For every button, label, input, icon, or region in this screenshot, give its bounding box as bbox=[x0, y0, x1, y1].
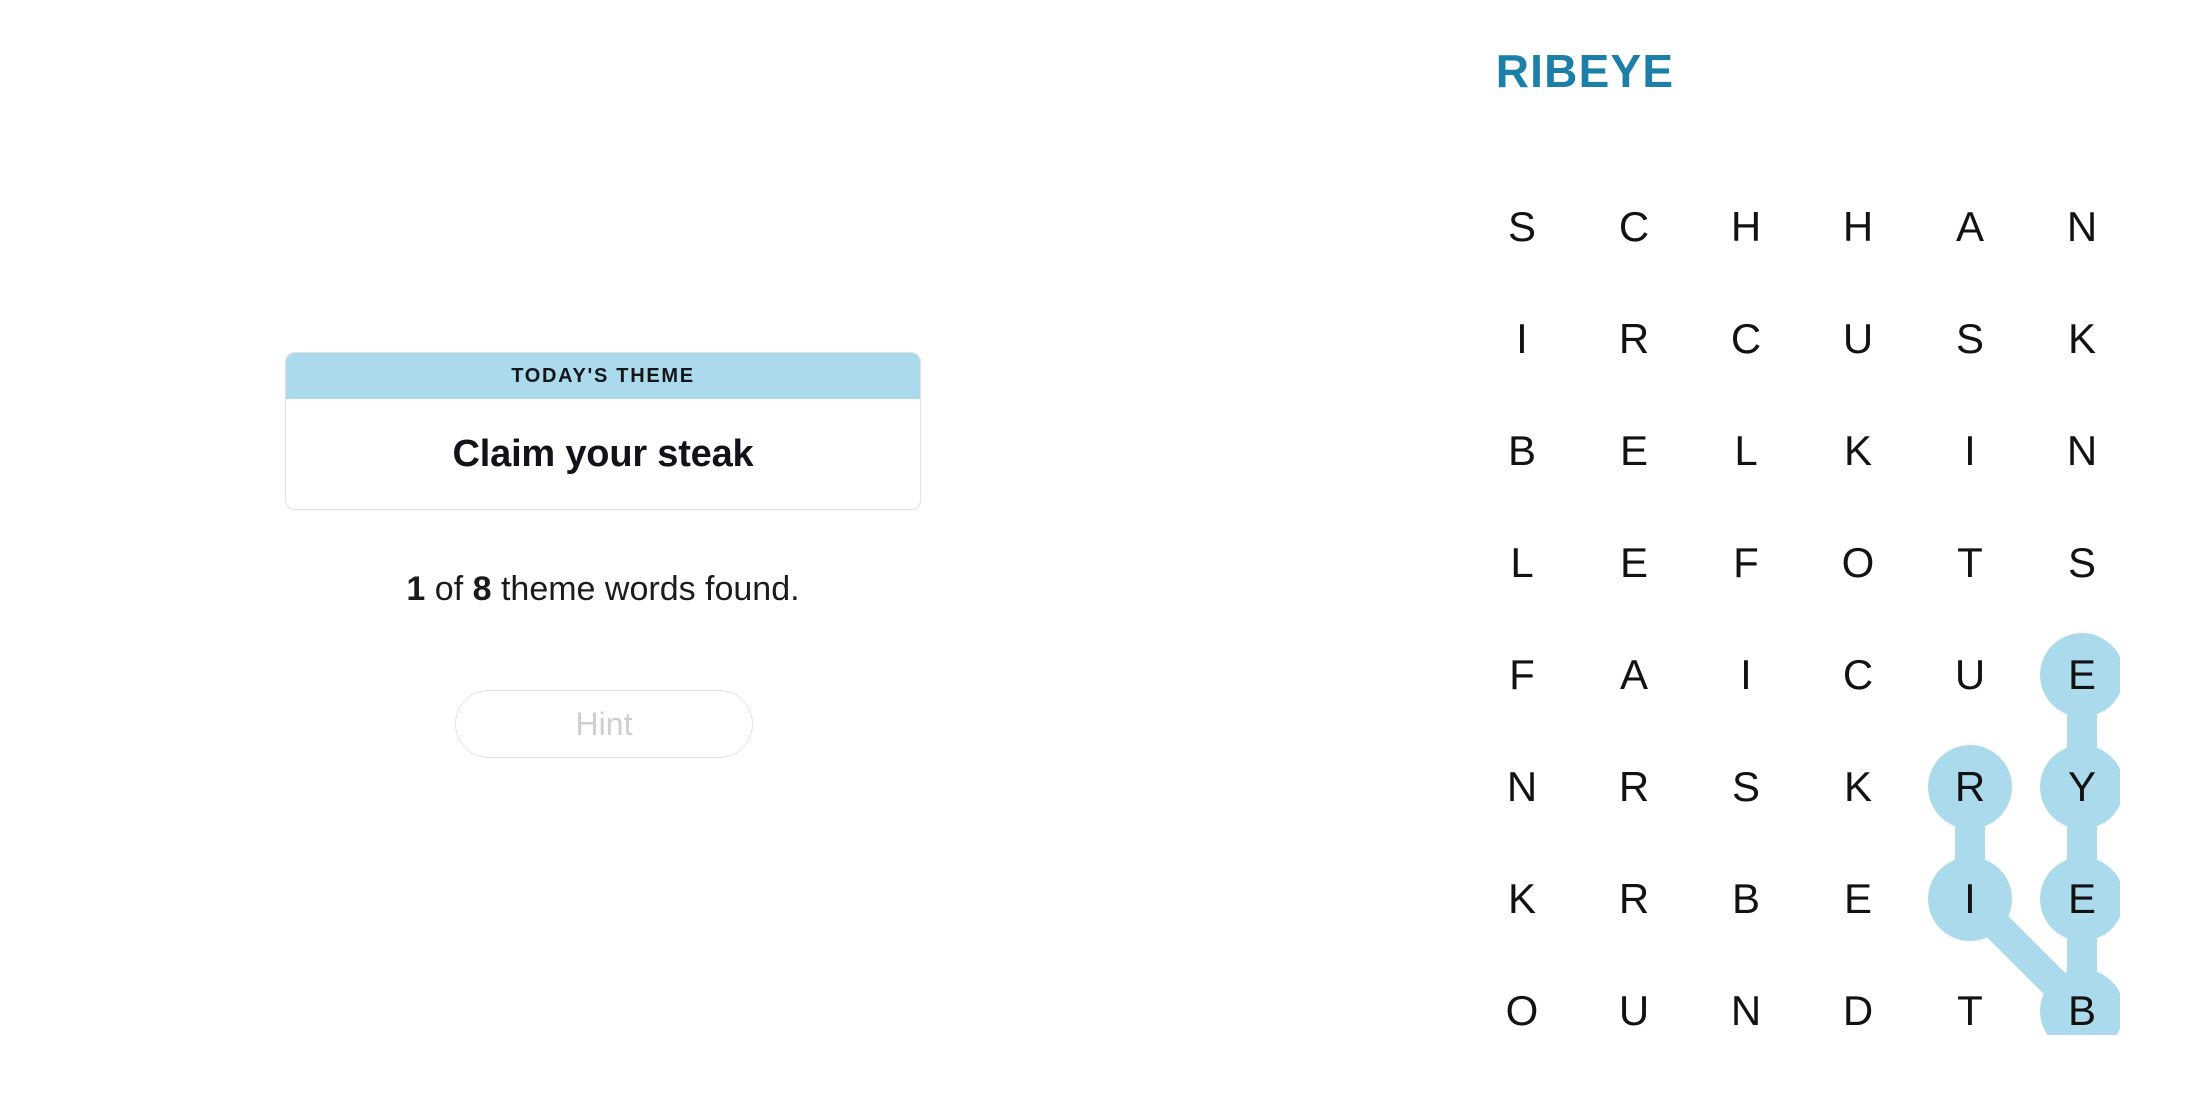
grid-cell-r7-c1[interactable]: K bbox=[1480, 857, 1564, 941]
grid-cell-r3-c3[interactable]: L bbox=[1704, 409, 1788, 493]
grid-cell-r6-c6[interactable]: Y bbox=[2040, 745, 2124, 829]
grid-cell-r6-c4[interactable]: K bbox=[1816, 745, 1900, 829]
grid-cell-r7-c4[interactable]: E bbox=[1816, 857, 1900, 941]
grid-cell-r6-c5[interactable]: R bbox=[1928, 745, 2012, 829]
theme-card-header-label: TODAY'S THEME bbox=[511, 364, 695, 387]
progress-suffix-text: theme words found. bbox=[491, 570, 800, 608]
grid-cell-r4-c1[interactable]: L bbox=[1480, 521, 1564, 605]
grid-cell-r2-c5[interactable]: S bbox=[1928, 297, 2012, 381]
grid-cell-r1-c4[interactable]: H bbox=[1816, 185, 1900, 269]
grid-cell-r2-c2[interactable]: R bbox=[1592, 297, 1676, 381]
grid-cell-r7-c3[interactable]: B bbox=[1704, 857, 1788, 941]
grid-cell-r2-c3[interactable]: C bbox=[1704, 297, 1788, 381]
grid-cell-r3-c2[interactable]: E bbox=[1592, 409, 1676, 493]
grid-cell-r1-c3[interactable]: H bbox=[1704, 185, 1788, 269]
grid-cell-r5-c6[interactable]: E bbox=[2040, 633, 2124, 717]
grid-cell-r4-c6[interactable]: S bbox=[2040, 521, 2124, 605]
letter-grid[interactable]: SCHHANIRCUSKBELKINLEFOTSFAICUENRSKRYKRBE… bbox=[1480, 185, 2120, 1035]
found-word-title: RIBEYE bbox=[1495, 45, 1675, 97]
grid-cell-r5-c3[interactable]: I bbox=[1704, 633, 1788, 717]
grid-cell-r1-c1[interactable]: S bbox=[1480, 185, 1564, 269]
todays-theme-card: TODAY'S THEME Claim your steak bbox=[285, 352, 921, 510]
grid-cell-r4-c3[interactable]: F bbox=[1704, 521, 1788, 605]
grid-cell-r5-c5[interactable]: U bbox=[1928, 633, 2012, 717]
grid-cell-r8-c4[interactable]: D bbox=[1816, 969, 1900, 1053]
grid-cell-r7-c6[interactable]: E bbox=[2040, 857, 2124, 941]
grid-cell-r8-c2[interactable]: U bbox=[1592, 969, 1676, 1053]
grid-cell-r2-c4[interactable]: U bbox=[1816, 297, 1900, 381]
grid-cell-r1-c6[interactable]: N bbox=[2040, 185, 2124, 269]
grid-cell-r5-c1[interactable]: F bbox=[1480, 633, 1564, 717]
progress-found-count: 1 bbox=[406, 570, 426, 608]
grid-cell-r8-c1[interactable]: O bbox=[1480, 969, 1564, 1053]
grid-cell-r2-c6[interactable]: K bbox=[2040, 297, 2124, 381]
grid-cell-r5-c4[interactable]: C bbox=[1816, 633, 1900, 717]
grid-cell-r7-c5[interactable]: I bbox=[1928, 857, 2012, 941]
grid-cell-r2-c1[interactable]: I bbox=[1480, 297, 1564, 381]
grid-cell-r3-c4[interactable]: K bbox=[1816, 409, 1900, 493]
grid-cell-r4-c5[interactable]: T bbox=[1928, 521, 2012, 605]
progress-mid-text: of bbox=[425, 570, 473, 608]
progress-total-count: 8 bbox=[472, 570, 492, 608]
grid-cell-r7-c2[interactable]: R bbox=[1592, 857, 1676, 941]
theme-words-progress: 1 of 8 theme words found. bbox=[285, 570, 921, 609]
grid-cell-r6-c1[interactable]: N bbox=[1480, 745, 1564, 829]
grid-cell-r3-c5[interactable]: I bbox=[1928, 409, 2012, 493]
grid-cell-r3-c6[interactable]: N bbox=[2040, 409, 2124, 493]
grid-cell-r8-c5[interactable]: T bbox=[1928, 969, 2012, 1053]
hint-button[interactable]: Hint bbox=[455, 690, 753, 758]
grid-cell-r4-c2[interactable]: E bbox=[1592, 521, 1676, 605]
grid-cell-r1-c5[interactable]: A bbox=[1928, 185, 2012, 269]
puzzle-panel: RIBEYE SCHHANIRCUSKBELKINLEFOTSFAICUENRS… bbox=[1200, 0, 2200, 1100]
grid-cell-r8-c6[interactable]: B bbox=[2040, 969, 2124, 1053]
theme-card-body: Claim your steak bbox=[286, 399, 920, 509]
grid-cell-r6-c3[interactable]: S bbox=[1704, 745, 1788, 829]
grid-cell-r3-c1[interactable]: B bbox=[1480, 409, 1564, 493]
grid-cell-r1-c2[interactable]: C bbox=[1592, 185, 1676, 269]
hint-button-label: Hint bbox=[575, 705, 633, 742]
theme-title-text: Claim your steak bbox=[452, 432, 754, 475]
grid-cell-r6-c2[interactable]: R bbox=[1592, 745, 1676, 829]
grid-cell-r8-c3[interactable]: N bbox=[1704, 969, 1788, 1053]
grid-cell-r5-c2[interactable]: A bbox=[1592, 633, 1676, 717]
letter-grid-cells: SCHHANIRCUSKBELKINLEFOTSFAICUENRSKRYKRBE… bbox=[1480, 185, 2120, 1035]
theme-card-header: TODAY'S THEME bbox=[286, 353, 920, 399]
grid-cell-r4-c4[interactable]: O bbox=[1816, 521, 1900, 605]
info-panel: TODAY'S THEME Claim your steak 1 of 8 th… bbox=[0, 0, 1200, 1100]
